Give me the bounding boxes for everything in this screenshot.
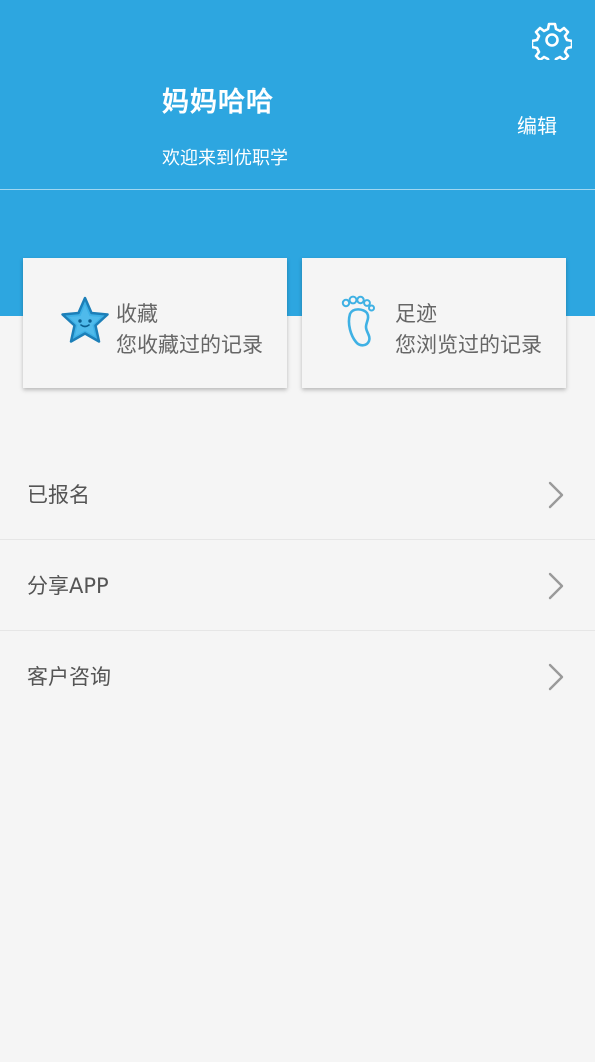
history-card[interactable]: 足迹 您浏览过的记录 [302,258,566,388]
menu-item-customer-consult[interactable]: 客户咨询 [0,631,595,721]
chevron-right-icon [548,663,564,691]
edit-button[interactable]: 编辑 [517,110,557,139]
welcome-text: 欢迎来到优职学 [162,148,288,169]
favorites-desc: 您收藏过的记录 [116,333,263,357]
menu-item-label: 客户咨询 [27,665,111,689]
menu-item-registered[interactable]: 已报名 [0,449,595,540]
menu-item-label: 已报名 [27,483,90,507]
gear-icon[interactable] [532,20,572,60]
favorites-title: 收藏 [116,302,158,326]
history-desc: 您浏览过的记录 [395,333,542,357]
chevron-right-icon [548,572,564,600]
history-title: 足迹 [395,302,437,326]
header-divider [0,189,595,190]
chevron-right-icon [548,481,564,509]
footprint-icon [341,295,375,347]
star-icon [61,296,109,343]
username: 妈妈哈哈 [162,87,274,118]
menu-item-share-app[interactable]: 分享APP [0,540,595,631]
menu-item-label: 分享APP [27,574,109,598]
favorites-card[interactable]: 收藏 您收藏过的记录 [23,258,287,388]
menu-list: 已报名 分享APP 客户咨询 [0,449,595,721]
